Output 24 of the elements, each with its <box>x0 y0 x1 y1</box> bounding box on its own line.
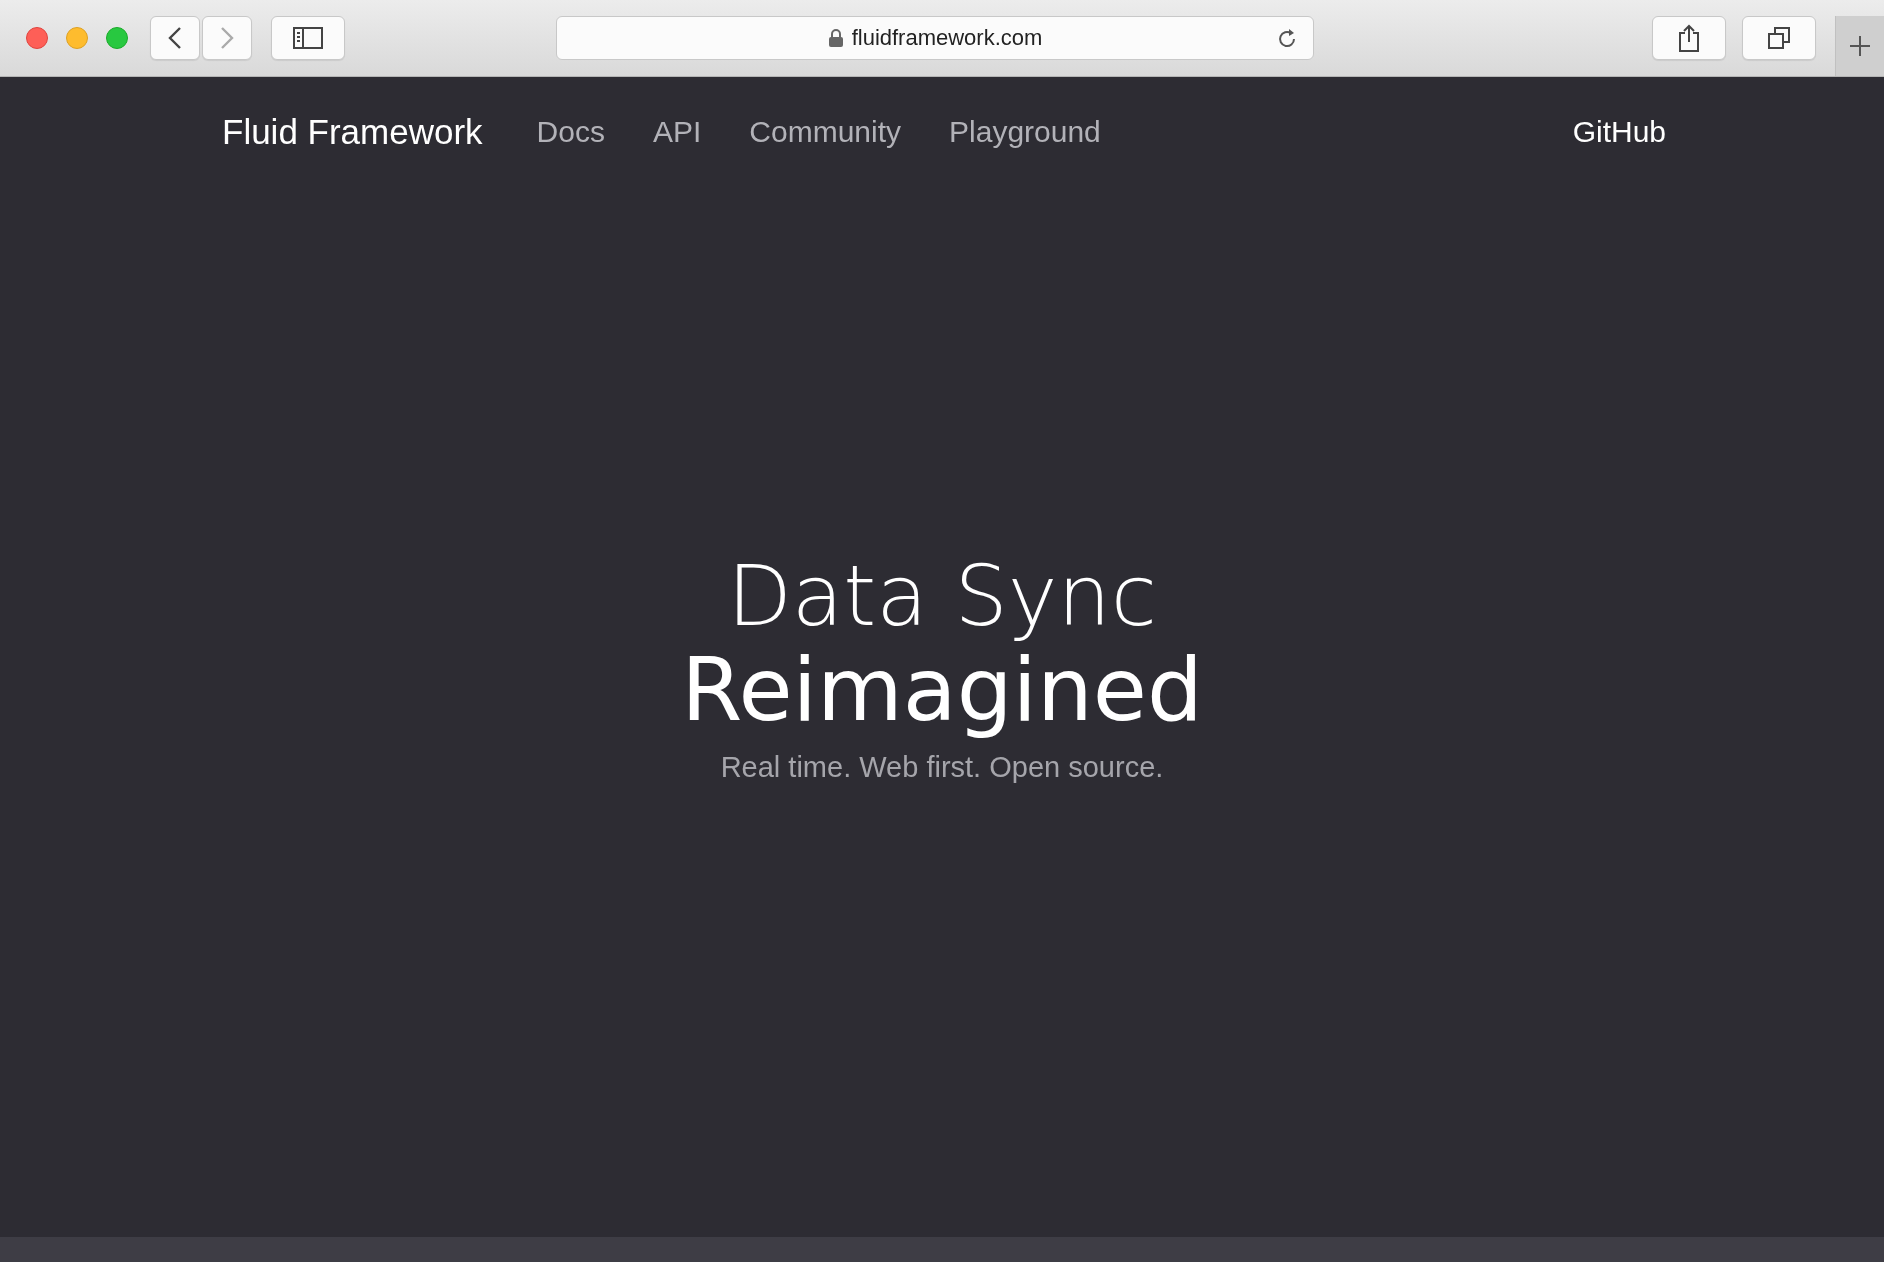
url-text: fluidframework.com <box>851 25 1043 51</box>
tabs-button[interactable] <box>1742 16 1816 60</box>
close-icon[interactable] <box>26 27 48 49</box>
nav-link[interactable]: Playground <box>949 115 1101 149</box>
sidebar-button[interactable] <box>271 16 345 60</box>
lock-icon <box>827 28 844 48</box>
share-button[interactable] <box>1652 16 1726 60</box>
chevron-right-icon <box>220 26 234 50</box>
site-logo[interactable]: Fluid Framework <box>222 112 483 152</box>
nav-link[interactable]: Docs <box>536 115 605 149</box>
nav-link[interactable]: Community <box>749 115 902 149</box>
github-link[interactable]: GitHub <box>1572 115 1666 149</box>
share-icon <box>1678 24 1700 52</box>
hero-title: Data Sync <box>727 549 1157 643</box>
nav-link[interactable]: API <box>652 115 702 149</box>
new-tab-button[interactable] <box>1835 16 1884 76</box>
tabs-icon <box>1767 26 1791 50</box>
hero-tagline: Real time. Web first. Open source. <box>720 751 1164 785</box>
hero-headline: Reimagined <box>681 642 1203 740</box>
chevron-left-icon <box>168 26 182 50</box>
address-bar[interactable]: fluidframework.com <box>556 16 1314 60</box>
plus-icon <box>1849 35 1871 57</box>
back-button[interactable] <box>150 16 200 60</box>
sidebar-icon <box>293 27 323 49</box>
